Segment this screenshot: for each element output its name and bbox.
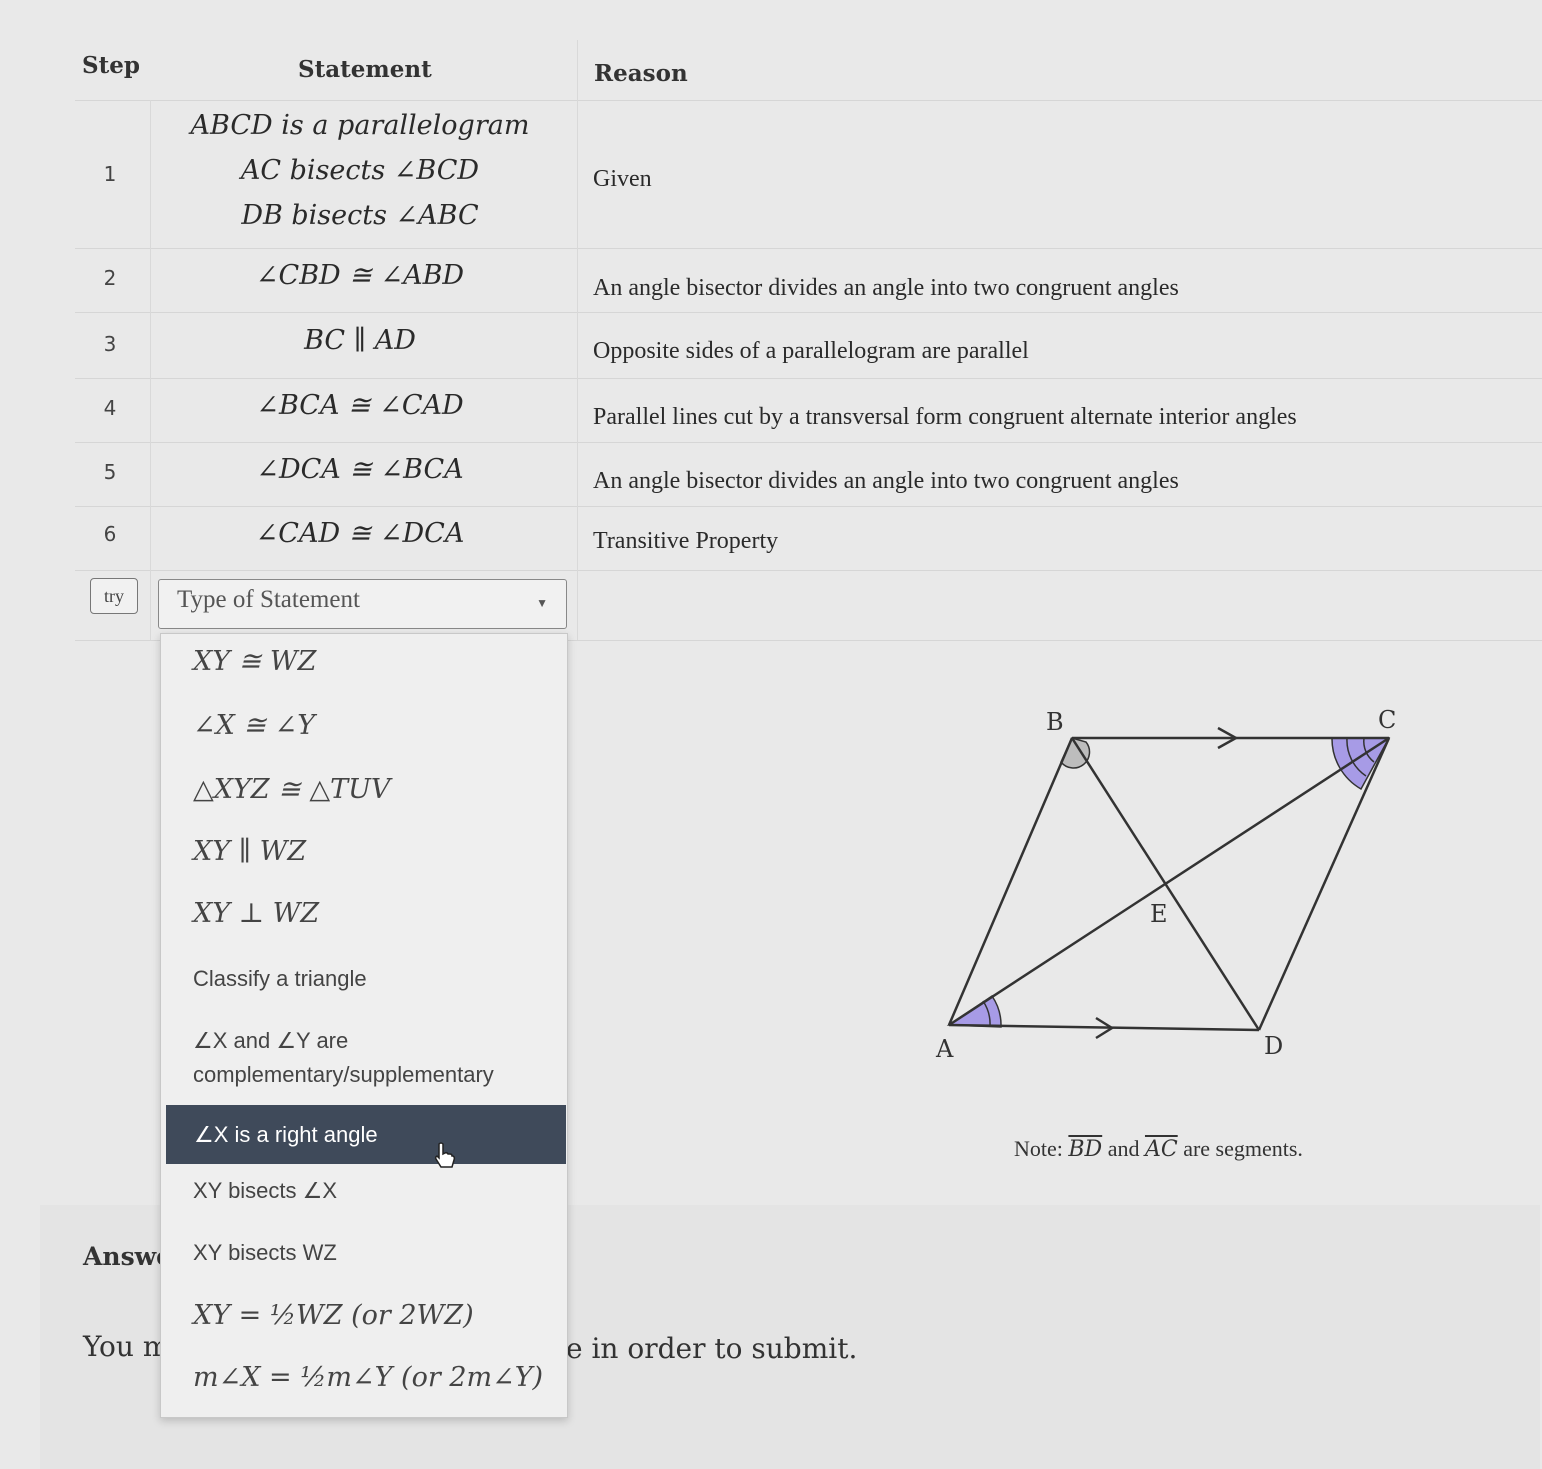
note-prefix: Note: (1014, 1136, 1063, 1161)
diagonal-ac (948, 736, 1390, 1027)
statement-text: BC ∥ AD (304, 325, 416, 356)
option-complementary-supplementary[interactable]: ∠X and ∠Y are complementary/supplementar… (161, 1024, 567, 1092)
reason-text: Parallel lines cut by a transversal form… (593, 404, 1297, 430)
reason-text: Transitive Property (593, 528, 779, 554)
hand-pointer-icon (432, 1142, 456, 1175)
statement-text: ∠BCA ≅ ∠CAD (256, 390, 464, 421)
option-bisects-segment[interactable]: XY bisects WZ (161, 1240, 567, 1266)
row-divider (75, 378, 1542, 379)
step-number: 4 (103, 396, 117, 420)
reason-text: An angle bisector divides an angle into … (593, 468, 1179, 494)
row-divider (75, 506, 1542, 507)
submit-hint-left: You m (83, 1330, 170, 1363)
statement-line: ABCD is a parallelogram (190, 110, 530, 141)
diagram-note: Note: BD and AC are segments. (1014, 1136, 1303, 1162)
parallelogram-diagram: B C E A D (935, 706, 1396, 1063)
header-statement: Statement (298, 56, 432, 83)
column-divider (577, 40, 578, 640)
option-half-angle-measure[interactable]: m∠X = ½m∠Y (or 2m∠Y) (161, 1362, 567, 1393)
option-triangles-congruent[interactable]: △XYZ ≅ △TUV (161, 774, 567, 805)
step-number: 1 (103, 162, 117, 186)
note-suffix: are segments. (1183, 1136, 1303, 1161)
reason-text: Given (593, 166, 652, 192)
chevron-down-icon: ▼ (536, 596, 548, 610)
vertex-label-a: A (935, 1035, 954, 1063)
statement-type-dropdown: XY ≅ WZ ∠X ≅ ∠Y △XYZ ≅ △TUV XY ∥ WZ XY ⊥… (160, 633, 568, 1418)
note-segment-ac: AC (1144, 1137, 1178, 1162)
statement-text: ∠DCA ≅ ∠BCA (256, 454, 464, 485)
row-divider (75, 570, 1542, 571)
option-half-segment[interactable]: XY = ½WZ (or 2WZ) (161, 1300, 567, 1331)
select-placeholder: Type of Statement (177, 586, 360, 613)
option-bisects-angle[interactable]: XY bisects ∠X (161, 1178, 567, 1204)
statement-text: ∠CBD ≅ ∠ABD (255, 260, 465, 291)
vertex-label-e: E (1150, 900, 1168, 928)
angle-a-marker (946, 994, 1002, 1028)
statement-text: ∠CAD ≅ ∠DCA (255, 518, 465, 549)
option-right-angle[interactable]: ∠X is a right angle (166, 1105, 566, 1164)
reason-text: Opposite sides of a parallelogram are pa… (593, 338, 1029, 364)
header-reason: Reason (594, 60, 688, 87)
statement-line: AC bisects ∠BCD (240, 155, 480, 186)
option-angles-congruent[interactable]: ∠X ≅ ∠Y (161, 710, 567, 741)
row-divider (75, 100, 1542, 101)
header-step: Step (82, 52, 140, 79)
side-ab (947, 737, 1074, 1026)
step-number: 6 (103, 522, 117, 546)
step-number: 2 (103, 266, 117, 290)
statement-line: DB bisects ∠ABC (241, 200, 479, 231)
reason-text: An angle bisector divides an angle into … (593, 275, 1179, 301)
vertex-label-c: C (1378, 706, 1396, 734)
vertex-label-b: B (1046, 708, 1064, 736)
row-divider (75, 442, 1542, 443)
row-divider (75, 312, 1542, 313)
option-segments-parallel[interactable]: XY ∥ WZ (161, 836, 567, 867)
diagonal-bd (1070, 737, 1261, 1031)
submit-hint-right: e in order to submit. (566, 1332, 858, 1365)
note-segment-bd: BD (1068, 1137, 1103, 1162)
note-and: and (1107, 1136, 1140, 1161)
vertex-label-d: D (1264, 1032, 1283, 1060)
option-segments-perpendicular[interactable]: XY ⊥ WZ (161, 898, 567, 929)
row-divider (75, 248, 1542, 249)
option-segments-congruent[interactable]: XY ≅ WZ (161, 646, 567, 677)
step-number: 5 (103, 460, 117, 484)
angle-c-marker (1331, 737, 1391, 791)
answer-label: Answe (83, 1242, 173, 1271)
statement-type-select[interactable]: Type of Statement ▼ (158, 579, 567, 629)
option-classify-triangle[interactable]: Classify a triangle (161, 966, 567, 992)
step-number: 3 (103, 332, 117, 356)
try-button[interactable]: try (90, 578, 138, 614)
